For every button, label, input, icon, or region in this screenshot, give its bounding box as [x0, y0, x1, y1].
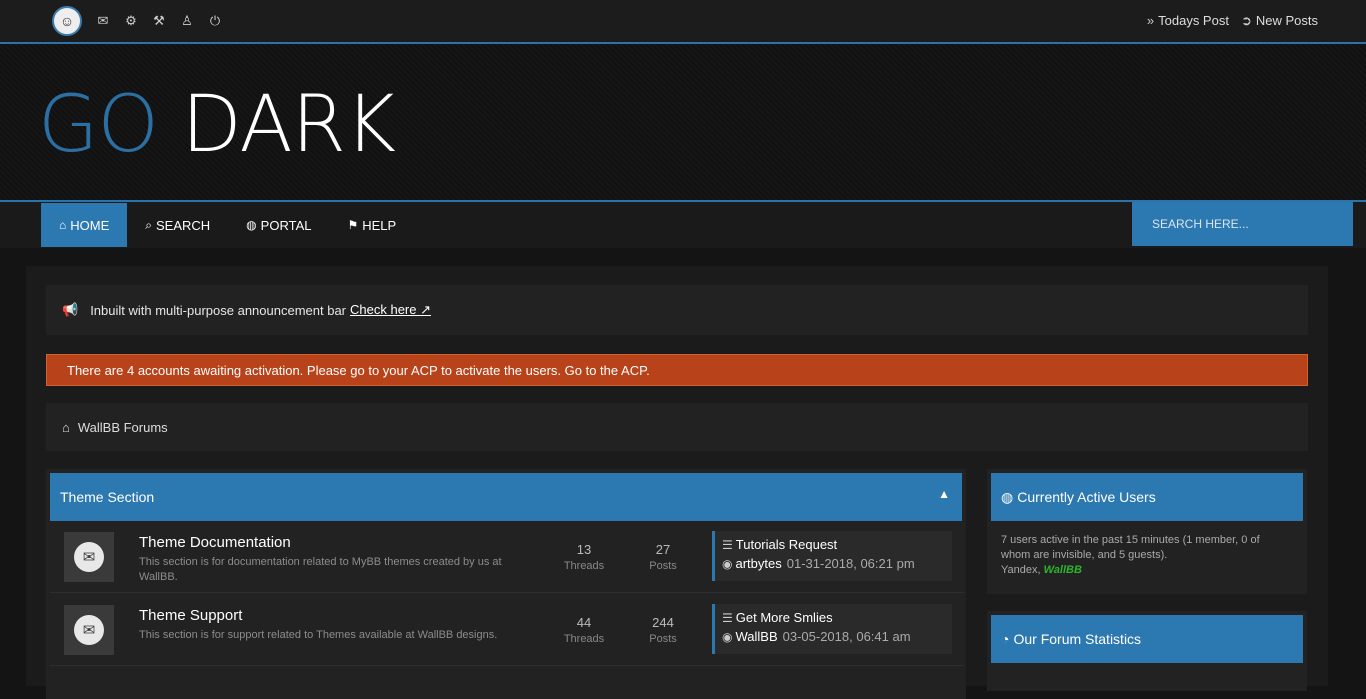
user-circle-icon: ◉: [722, 630, 733, 644]
threads-label: Threads: [563, 560, 605, 572]
active-users-panel: ◍ Currently Active Users 7 users active …: [987, 469, 1307, 594]
globe-icon: ◍: [246, 218, 257, 232]
threads-stat: 13 Threads: [554, 542, 614, 572]
external-link-icon: ↗: [420, 302, 432, 317]
active-users-summary: 7 users active in the past 15 minutes (1…: [1001, 534, 1260, 561]
nav-portal[interactable]: ◍ PORTAL: [228, 203, 329, 247]
pie-chart-icon: ◔: [1001, 631, 1010, 647]
last-post-date: 03-05-2018, 06:41 am: [782, 629, 911, 644]
posts-count: 244: [652, 615, 674, 630]
forum-category-panel: Theme Section ▲ ✉ Theme Documentation Th…: [46, 469, 966, 699]
last-post-title[interactable]: Tutorials Request: [736, 537, 837, 552]
threads-count: 13: [576, 542, 592, 557]
envelope-open-icon: ✉: [74, 542, 104, 572]
logo-dark: DARK: [181, 80, 396, 170]
search-input[interactable]: [1132, 202, 1353, 246]
list-icon: ☰: [722, 611, 733, 625]
envelope-icon[interactable]: ✉: [96, 13, 110, 29]
list-icon: ☰: [722, 538, 733, 552]
avatar[interactable]: ☺: [52, 6, 82, 36]
category-title: Theme Section: [60, 489, 155, 505]
new-posts-link[interactable]: ➲ New Posts: [1241, 13, 1318, 29]
flag-icon: ⚑: [347, 218, 359, 232]
forum-title-link[interactable]: Theme Documentation: [139, 534, 291, 551]
forum-row: ✉ Theme Documentation This section is fo…: [50, 521, 964, 593]
breadcrumb: ⌂ WallBB Forums: [46, 403, 1308, 451]
todays-post-label: Todays Post: [1158, 13, 1229, 28]
alert-text: There are 4 accounts awaiting activation…: [67, 362, 650, 378]
last-post-user[interactable]: artbytes: [735, 556, 781, 571]
posts-label: Posts: [649, 560, 677, 572]
last-post-title[interactable]: Get More Smlies: [736, 610, 833, 625]
todays-post-link[interactable]: » Todays Post: [1147, 13, 1229, 29]
forum-status-icon: ✉: [64, 605, 114, 655]
posts-stat: 27 Posts: [633, 542, 693, 572]
site-logo[interactable]: GO DARK: [38, 80, 396, 170]
double-chevron-right-icon: »: [1146, 13, 1155, 28]
forum-description: This section is for documentation relate…: [139, 556, 502, 583]
threads-count: 44: [576, 615, 592, 630]
new-posts-label: New Posts: [1255, 13, 1318, 28]
nav-search-label: SEARCH: [155, 217, 211, 233]
active-users-title: Currently Active Users: [1017, 489, 1156, 505]
home-icon: ⌂: [59, 218, 67, 232]
search-icon: ⌕: [145, 217, 152, 232]
posts-count: 27: [655, 542, 671, 557]
last-post: ☰ Get More Smlies ◉ WallBB 03-05-2018, 06:4…: [712, 604, 952, 654]
user-secret-icon[interactable]: ♙: [180, 13, 194, 29]
posts-label: Posts: [649, 633, 677, 645]
announcement-link[interactable]: Check here ↗: [350, 302, 431, 318]
forum-row: ✉ Theme Support This section is for supp…: [50, 594, 964, 666]
active-users-header: ◍ Currently Active Users: [991, 473, 1303, 521]
forum-stats-header: ◔ Our Forum Statistics: [991, 615, 1303, 663]
top-bar: ☺ ✉ ⚙ ⚒ ♙ ⏻ » Todays Post ➲ New Posts: [0, 0, 1366, 44]
announcement-link-label: Check here: [350, 302, 417, 317]
last-post: ☰ Tutorials Request ◉ artbytes 01-31-2018, …: [712, 531, 952, 581]
logo-go: GO: [38, 80, 159, 170]
active-users-body: 7 users active in the past 15 minutes (1…: [1001, 533, 1291, 578]
envelope-open-icon: ✉: [74, 615, 104, 645]
forum-title-link[interactable]: Theme Support: [139, 607, 242, 624]
bullhorn-icon: 📢: [62, 302, 79, 317]
home-icon: ⌂: [62, 419, 70, 435]
site-header: GO DARK: [0, 44, 1366, 200]
last-post-user[interactable]: WallBB: [735, 629, 777, 644]
nav-home[interactable]: ⌂ HOME: [41, 203, 128, 247]
breadcrumb-home-link[interactable]: WallBB Forums: [78, 420, 168, 435]
forum-description: This section is for support related to T…: [139, 629, 498, 641]
nav-search[interactable]: ⌕ SEARCH: [127, 203, 228, 247]
threads-stat: 44 Threads: [554, 615, 614, 645]
last-post-date: 01-31-2018, 06:21 pm: [786, 556, 915, 571]
posts-stat: 244 Posts: [633, 615, 693, 645]
content-wrapper: 📢 Inbuilt with multi-purpose announcemen…: [26, 266, 1328, 699]
activation-alert[interactable]: There are 4 accounts awaiting activation…: [46, 354, 1308, 386]
threads-label: Threads: [563, 633, 605, 645]
forum-stats-panel: ◔ Our Forum Statistics: [987, 611, 1307, 691]
announcement-text: Inbuilt with multi-purpose announcement …: [90, 302, 346, 318]
nav-home-label: HOME: [70, 217, 110, 233]
chevron-up-icon[interactable]: ▲: [938, 487, 950, 501]
arrow-circle-right-icon: ➲: [1240, 13, 1252, 28]
main-nav: ⌂ HOME ⌕ SEARCH ◍ PORTAL ⚑ HELP: [0, 200, 1366, 248]
forum-stats-title: Our Forum Statistics: [1013, 631, 1142, 647]
category-header[interactable]: Theme Section ▲: [50, 473, 962, 521]
nav-help-label: HELP: [362, 217, 397, 233]
forum-status-icon: ✉: [64, 532, 114, 582]
active-bots: Yandex,: [1001, 564, 1041, 576]
user-toolbar: ☺ ✉ ⚙ ⚒ ♙ ⏻: [52, 6, 222, 36]
gavel-icon[interactable]: ⚒: [152, 13, 166, 29]
power-icon[interactable]: ⏻: [208, 13, 222, 29]
quick-links: » Todays Post ➲ New Posts: [1147, 13, 1318, 29]
cogs-icon[interactable]: ⚙: [124, 13, 138, 29]
globe-icon: ◍: [1001, 488, 1014, 505]
announcement-bar: 📢 Inbuilt with multi-purpose announcemen…: [46, 285, 1308, 335]
nav-portal-label: PORTAL: [260, 217, 312, 233]
active-member-link[interactable]: WallBB: [1044, 564, 1082, 576]
nav-help[interactable]: ⚑ HELP: [329, 203, 414, 247]
user-circle-icon: ◉: [722, 557, 733, 571]
